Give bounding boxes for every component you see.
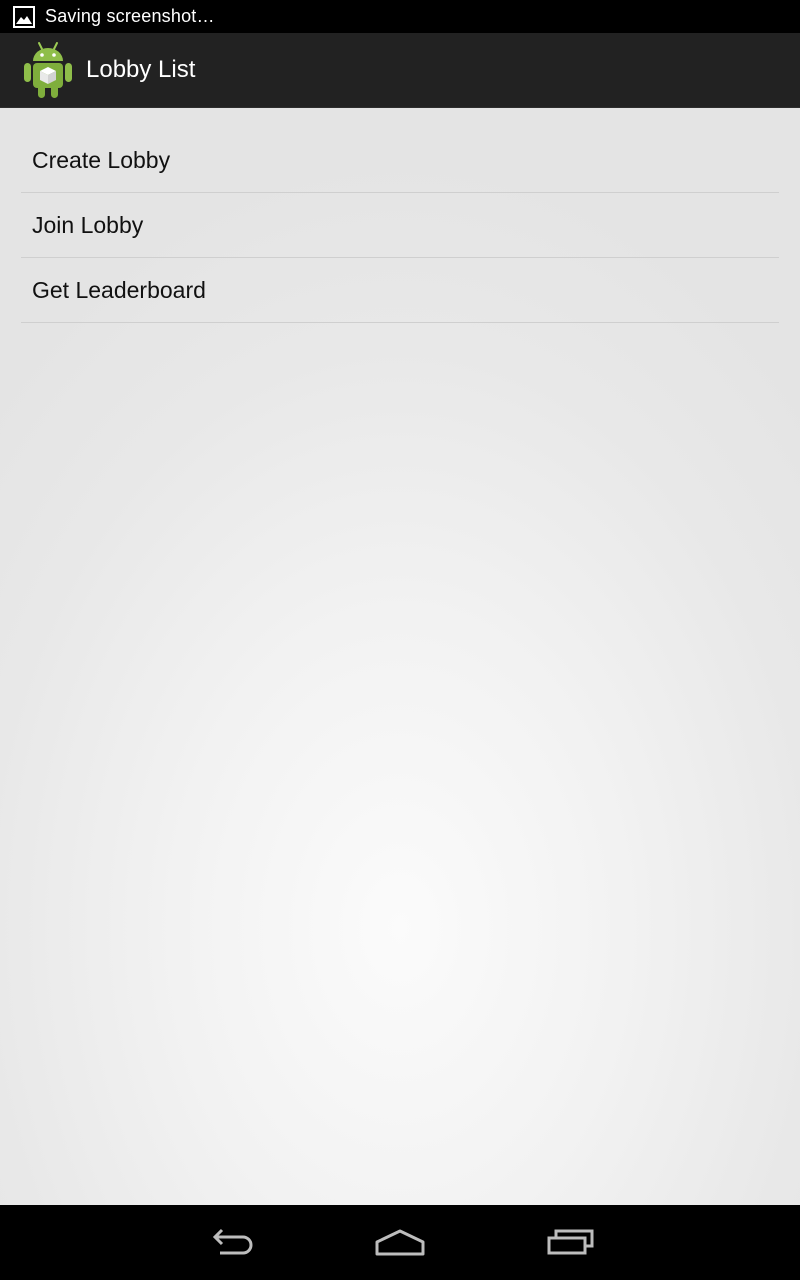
recents-button[interactable] [536,1217,606,1267]
navigation-bar [0,1205,800,1280]
menu-item-create-lobby[interactable]: Create Lobby [21,128,779,193]
home-icon [375,1229,425,1256]
screen: Saving screenshot… Lobby List Create Lob… [0,0,800,1280]
back-icon [212,1228,253,1255]
home-button[interactable] [365,1217,435,1267]
action-bar: Lobby List [0,33,800,108]
menu-item-join-lobby[interactable]: Join Lobby [21,193,779,258]
image-icon [13,5,35,28]
android-icon[interactable] [21,40,75,100]
back-button[interactable] [195,1217,265,1267]
recents-icon [547,1229,594,1255]
menu-list: Create Lobby Join Lobby Get Leaderboard [21,128,779,323]
status-bar: Saving screenshot… [0,0,800,33]
status-text: Saving screenshot… [45,6,215,26]
page-title: Lobby List [86,56,196,83]
content-area: Create Lobby Join Lobby Get Leaderboard [0,108,800,1205]
menu-item-get-leaderboard[interactable]: Get Leaderboard [21,258,779,323]
